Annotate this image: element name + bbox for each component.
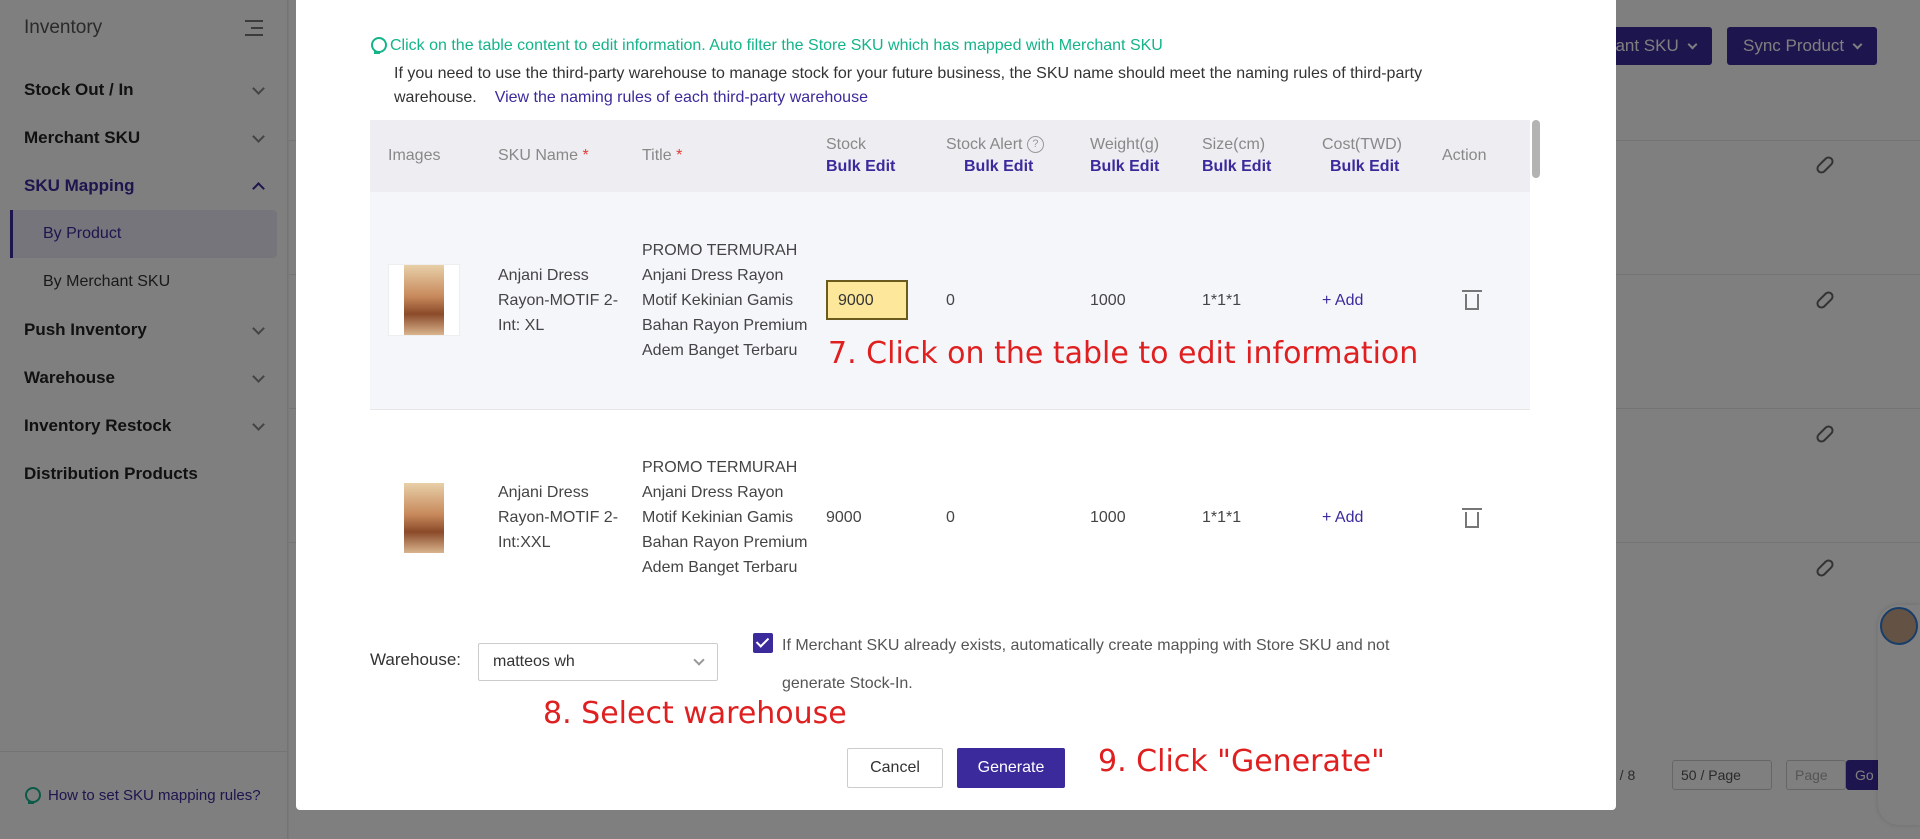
cell-stock-alert[interactable]: 0 [928, 192, 1072, 410]
header-stock-alert: Stock Alert ? Bulk Edit [928, 120, 1072, 192]
help-icon[interactable]: ? [1026, 136, 1044, 154]
bulk-edit-stock[interactable]: Bulk Edit [826, 158, 928, 176]
header-cost: Cost(TWD) Bulk Edit [1304, 120, 1424, 192]
cell-sku-name[interactable]: Anjani Dress Rayon-MOTIF 2-Int: XL [480, 192, 624, 410]
header-weight: Weight(g) Bulk Edit [1072, 120, 1184, 192]
cell-sku-name[interactable]: Anjani Dress Rayon-MOTIF 2-Int:XXL [480, 409, 624, 588]
stock-input[interactable]: 9000 [826, 280, 908, 321]
chevron-down-icon [693, 654, 705, 666]
add-cost-link[interactable]: + Add [1322, 509, 1363, 526]
generate-button[interactable]: Generate [957, 748, 1065, 788]
cell-size[interactable]: 1*1*1 [1184, 192, 1304, 410]
add-cost-link[interactable]: + Add [1322, 292, 1363, 309]
cell-weight[interactable]: 1000 [1072, 192, 1184, 410]
header-images: Images [370, 120, 480, 192]
table-scrollbar[interactable] [1532, 120, 1540, 178]
table-header-row: Images SKU Name * Title * Stock Bulk Edit… [370, 120, 1530, 192]
cell-stock[interactable]: 9000 [808, 409, 928, 588]
cancel-button[interactable]: Cancel [847, 748, 943, 788]
cell-title[interactable]: PROMO TERMURAH Anjani Dress Rayon Motif … [624, 409, 808, 588]
header-size: Size(cm) Bulk Edit [1184, 120, 1304, 192]
header-stock: Stock Bulk Edit [808, 120, 928, 192]
annotation-step-7: 7. Click on the table to edit informatio… [828, 336, 1419, 371]
table-row[interactable]: Anjani Dress Rayon-MOTIF 2-Int: XL PROMO… [370, 192, 1530, 410]
header-action: Action [1424, 120, 1530, 192]
tip-green: Click on the table content to edit infor… [370, 37, 1163, 55]
bulk-edit-size[interactable]: Bulk Edit [1202, 158, 1304, 176]
generate-merchant-sku-modal: Click on the table content to edit infor… [296, 0, 1616, 810]
bulk-edit-cost[interactable]: Bulk Edit [1322, 158, 1424, 176]
product-image [388, 481, 460, 554]
bulk-edit-weight[interactable]: Bulk Edit [1090, 158, 1184, 176]
cell-stock-alert[interactable]: 0 [928, 409, 1072, 588]
warehouse-label: Warehouse: [370, 650, 462, 669]
cell-title[interactable]: PROMO TERMURAH Anjani Dress Rayon Motif … [624, 192, 808, 410]
product-image [388, 264, 460, 337]
naming-rules-link[interactable]: View the naming rules of each third-part… [495, 89, 868, 106]
bulk-edit-stock-alert[interactable]: Bulk Edit [946, 158, 1072, 176]
table-row[interactable]: Anjani Dress Rayon-MOTIF 2-Int:XXL PROMO… [370, 409, 1530, 588]
auto-mapping-checkbox[interactable] [753, 633, 773, 653]
delete-icon[interactable] [1462, 507, 1482, 528]
annotation-step-8: 8. Select warehouse [543, 696, 847, 731]
warehouse-select[interactable]: matteos wh [478, 643, 718, 681]
delete-icon[interactable] [1462, 290, 1482, 311]
cell-weight[interactable]: 1000 [1072, 409, 1184, 588]
header-title: Title * [624, 120, 808, 192]
lightbulb-icon [370, 37, 387, 55]
header-sku-name: SKU Name * [480, 120, 624, 192]
tip-text: If you need to use the third-party wareh… [394, 65, 1423, 106]
cell-size[interactable]: 1*1*1 [1184, 409, 1304, 588]
annotation-step-9: 9. Click "Generate" [1098, 744, 1385, 779]
auto-mapping-label: If Merchant SKU already exists, automati… [782, 637, 1390, 692]
